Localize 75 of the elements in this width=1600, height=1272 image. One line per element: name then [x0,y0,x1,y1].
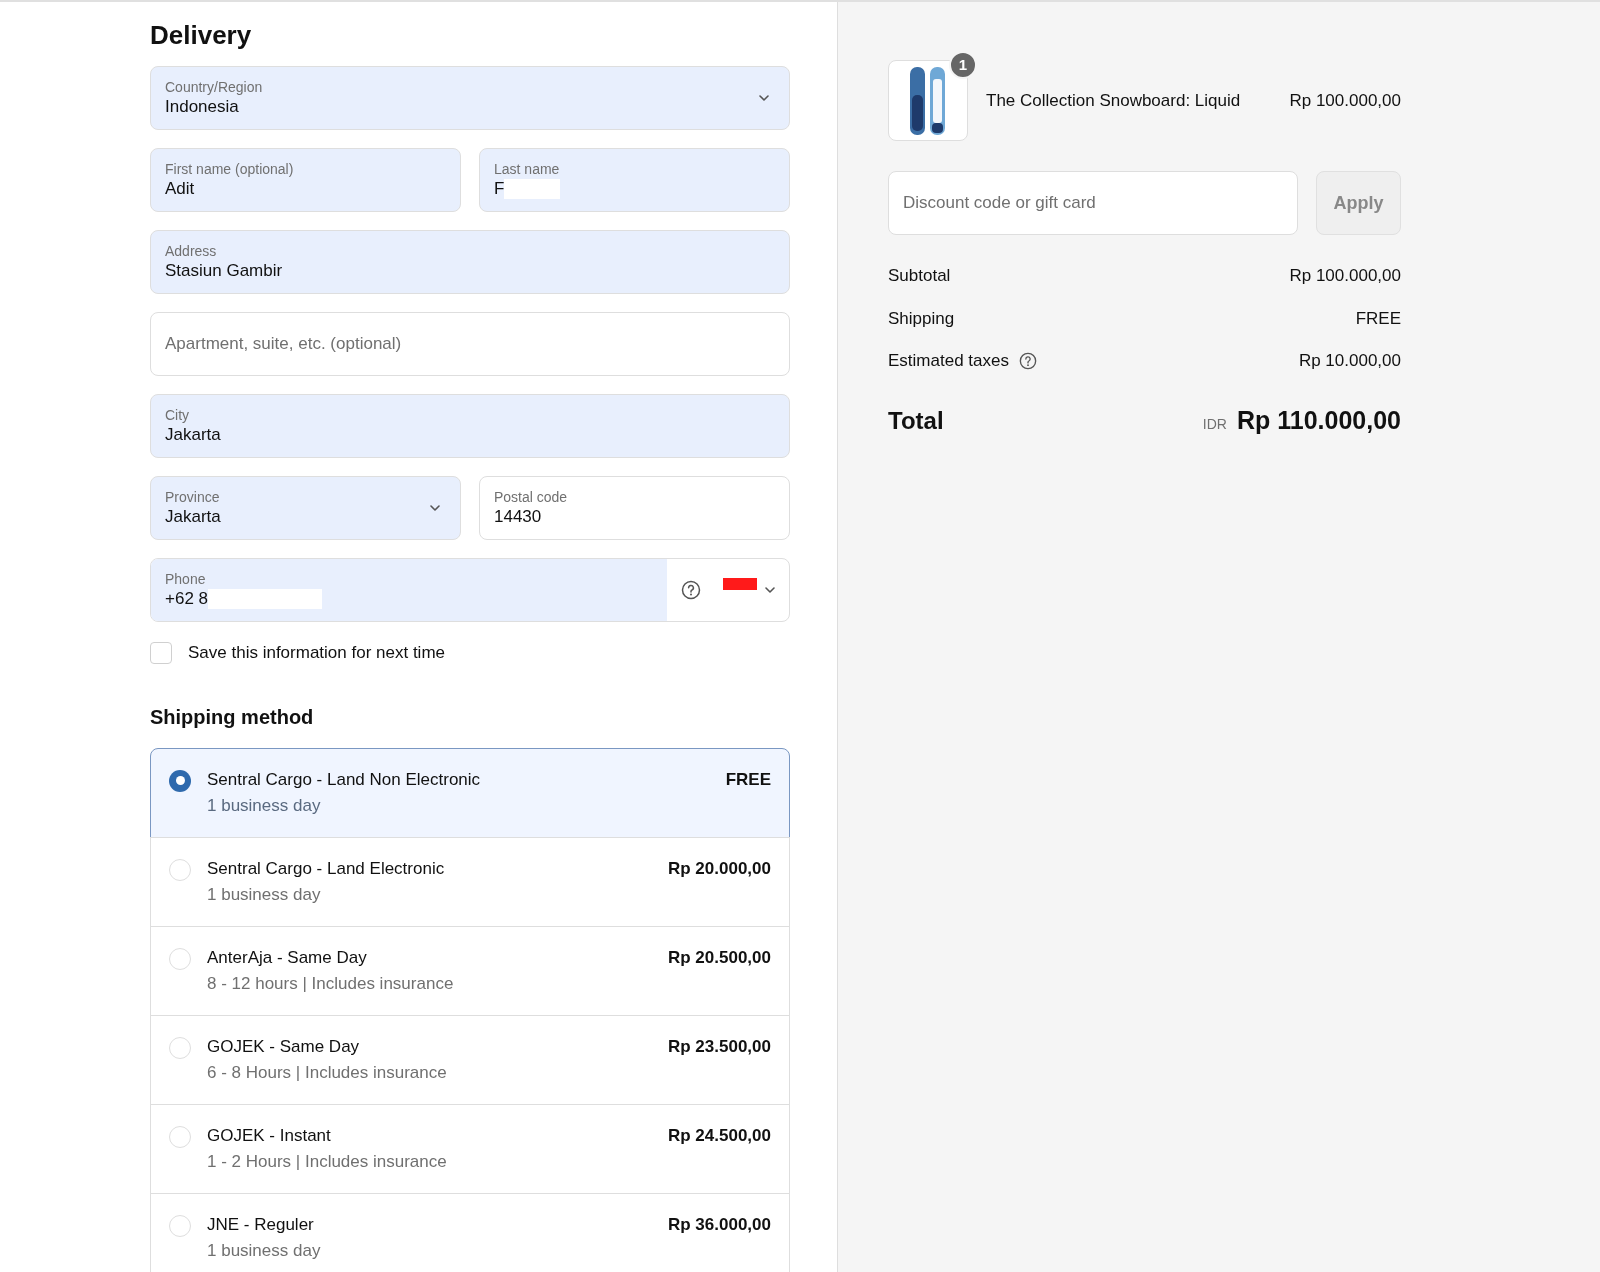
shipping-detail: 1 business day [207,883,321,906]
section-heading: Shipping method [150,704,314,730]
summary-label: Estimated taxes [888,350,1009,372]
summary-label: Subtotal [888,265,951,287]
shipping-price: Rp 36.000,00 [668,1213,771,1236]
shipping-name: AnterAja - Same Day [207,946,367,969]
field-value: Jakarta [165,424,221,446]
shipping-price: FREE [725,768,771,791]
product-name: The Collection Snowboard: Liquid [986,89,1242,112]
field-value: Indonesia [165,96,239,118]
field-value: F [494,178,505,200]
summary-label: Shipping [888,307,955,330]
shipping-price: Rp 24.500,00 [668,1124,771,1147]
shipping-name: Sentral Cargo - Land Electronic [207,857,445,880]
field-value: Adit [165,178,195,200]
radio-button[interactable] [169,947,191,970]
summary-value: Rp 10.000,00 [1298,350,1401,372]
summary-value: Rp 100.000,00 [1289,265,1401,287]
currency-code: IDR [1202,414,1227,434]
shipping-name: JNE - Reguler [207,1213,314,1236]
shipping-detail: 1 business day [207,794,321,817]
quantity-badge: 1 [949,51,977,79]
shipping-detail: 8 - 12 hours | Includes insurance [207,972,454,995]
input-field[interactable]: Postal code 14430 [479,476,790,540]
shipping-detail: 6 - 8 Hours | Includes insurance [207,1061,447,1084]
shipping-option[interactable]: Sentral Cargo - Land Non Electronic 1 business day FREE [150,747,790,838]
input-field[interactable]: Address Stasiun Gambir [150,230,790,294]
shipping-name: Sentral Cargo - Land Non Electronic [207,768,481,791]
shipping-option[interactable]: GOJEK - Instant 1 - 2 Hours | Includes insurance Rp 24.500,00 [150,1103,790,1194]
field-label: Province [165,488,220,506]
shipping-name: GOJEK - Instant [207,1124,331,1147]
input-field[interactable]: Apartment, suite, etc. (optional) [150,312,790,376]
help-icon[interactable] [1018,351,1037,370]
shipping-detail: 1 - 2 Hours | Includes insurance [207,1150,447,1173]
field-value: Stasiun Gambir [165,260,283,282]
field-label: Address [165,242,217,260]
shipping-name: GOJEK - Same Day [207,1035,360,1058]
input-field[interactable]: First name (optional) Adit [150,148,461,212]
phone-field[interactable]: Phone +62 8 [150,558,790,622]
shipping-detail: 1 business day [207,1239,321,1262]
input-field[interactable]: Last name F [479,148,790,212]
select-field[interactable]: Country/Region Indonesia [150,66,790,130]
section-heading: Delivery [150,19,252,52]
checkbox-label: Save this information for next time [188,642,445,664]
radio-button[interactable] [169,1125,191,1148]
shipping-price: Rp 20.500,00 [668,946,771,969]
product-price: Rp 100.000,00 [1289,89,1401,112]
shipping-option[interactable]: AnterAja - Same Day 8 - 12 hours | Includes insurance Rp 20.500,00 [150,925,790,1016]
field-value: +62 8 [165,588,208,610]
select-field[interactable]: Province Jakarta [150,476,461,540]
total-label: Total [888,405,945,436]
radio-button[interactable] [169,858,191,881]
shipping-price: Rp 23.500,00 [668,1035,771,1058]
radio-button[interactable] [169,1214,191,1237]
field-label: Last name [494,160,560,178]
discount-code-field[interactable]: Discount code or gift card [888,171,1298,235]
field-label: City [165,406,190,424]
summary-value: FREE [1355,307,1401,330]
shipping-price: Rp 20.000,00 [668,857,771,880]
radio-button[interactable] [169,1036,191,1059]
field-label: Phone [165,570,206,588]
field-value: 14430 [494,506,542,528]
input-field[interactable]: City Jakarta [150,394,790,458]
shipping-option[interactable]: GOJEK - Same Day 6 - 8 Hours | Includes insurance Rp 23.500,00 [150,1014,790,1105]
total-amount: Rp 110.000,00 [1237,404,1401,436]
field-label: Postal code [494,488,568,506]
field-label: First name (optional) [165,160,294,178]
placeholder-text: Apartment, suite, etc. (optional) [165,333,402,356]
field-label: Country/Region [165,78,263,96]
help-icon[interactable] [681,580,701,600]
field-value: Jakarta [165,506,221,528]
shipping-option[interactable]: JNE - Reguler 1 business day Rp 36.000,00 [150,1192,790,1272]
checkbox[interactable] [150,641,172,664]
shipping-option[interactable]: Sentral Cargo - Land Electronic 1 business day Rp 20.000,00 [150,836,790,927]
radio-button[interactable] [169,769,191,792]
